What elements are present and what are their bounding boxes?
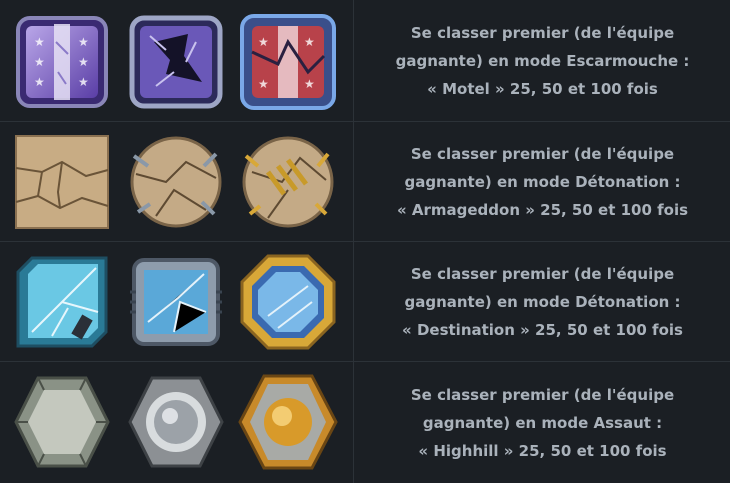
svg-text:★: ★	[78, 35, 89, 49]
svg-text:★: ★	[78, 55, 89, 69]
description-line-2: gagnante) en mode Détonation :	[404, 292, 681, 311]
description-line-2: gagnante) en mode Assaut :	[422, 413, 663, 432]
destination-silver-badge-icon	[126, 252, 226, 352]
achievement-description: Se classer premier (de l'équipe gagnante…	[355, 242, 730, 361]
row-detonation-destination: Se classer premier (de l'équipe gagnante…	[0, 242, 730, 362]
row-assaut-highhill: Se classer premier (de l'équipe gagnante…	[0, 362, 730, 483]
description-line-1: Se classer premier (de l'équipe	[410, 23, 675, 42]
highhill-gold-badge-icon	[238, 372, 338, 472]
badge-cell	[0, 242, 354, 361]
achievements-table: ★ ★ ★ ★ ★ ★ ★ ★ ★ ★ Se classer premier (…	[0, 0, 730, 483]
description-line-2: gagnante) en mode Escarmouche :	[395, 51, 690, 70]
badge-cell	[0, 362, 354, 483]
svg-text:★: ★	[34, 35, 45, 49]
row-detonation-armageddon: Se classer premier (de l'équipe gagnante…	[0, 122, 730, 242]
description-line-3: « Destination » 25, 50 et 100 fois	[402, 320, 683, 339]
description-line-1: Se classer premier (de l'équipe	[410, 144, 675, 163]
svg-text:★: ★	[304, 35, 315, 49]
achievement-description: Se classer premier (de l'équipe gagnante…	[355, 362, 730, 483]
highhill-bronze-badge-icon	[12, 372, 112, 472]
svg-text:★: ★	[258, 35, 269, 49]
armageddon-silver-badge-icon	[126, 132, 226, 232]
description-line-1: Se classer premier (de l'équipe	[410, 385, 675, 404]
badge-cell	[0, 122, 354, 241]
row-escarmouche-motel: ★ ★ ★ ★ ★ ★ ★ ★ ★ ★ Se classer premier (…	[0, 0, 730, 122]
description-line-2: gagnante) en mode Détonation :	[404, 172, 681, 191]
svg-text:★: ★	[34, 75, 45, 89]
svg-text:★: ★	[78, 75, 89, 89]
achievement-description: Se classer premier (de l'équipe gagnante…	[355, 0, 730, 121]
armageddon-gold-badge-icon	[238, 132, 338, 232]
description-line-3: « Armageddon » 25, 50 et 100 fois	[396, 200, 689, 219]
highhill-silver-badge-icon	[126, 372, 226, 472]
motel-bronze-badge-icon: ★ ★ ★ ★ ★ ★	[12, 12, 112, 112]
badge-cell: ★ ★ ★ ★ ★ ★ ★ ★ ★ ★	[0, 0, 354, 121]
description-line-3: « Motel » 25, 50 et 100 fois	[427, 79, 658, 98]
armageddon-bronze-badge-icon	[12, 132, 112, 232]
description-line-1: Se classer premier (de l'équipe	[410, 264, 675, 283]
achievement-description: Se classer premier (de l'équipe gagnante…	[355, 122, 730, 241]
motel-silver-badge-icon	[126, 12, 226, 112]
destination-gold-badge-icon	[238, 252, 338, 352]
svg-text:★: ★	[258, 77, 269, 91]
svg-text:★: ★	[304, 77, 315, 91]
motel-gold-badge-icon: ★ ★ ★ ★	[238, 12, 338, 112]
destination-bronze-badge-icon	[12, 252, 112, 352]
description-line-3: « Highhill » 25, 50 et 100 fois	[418, 441, 667, 460]
svg-text:★: ★	[34, 55, 45, 69]
